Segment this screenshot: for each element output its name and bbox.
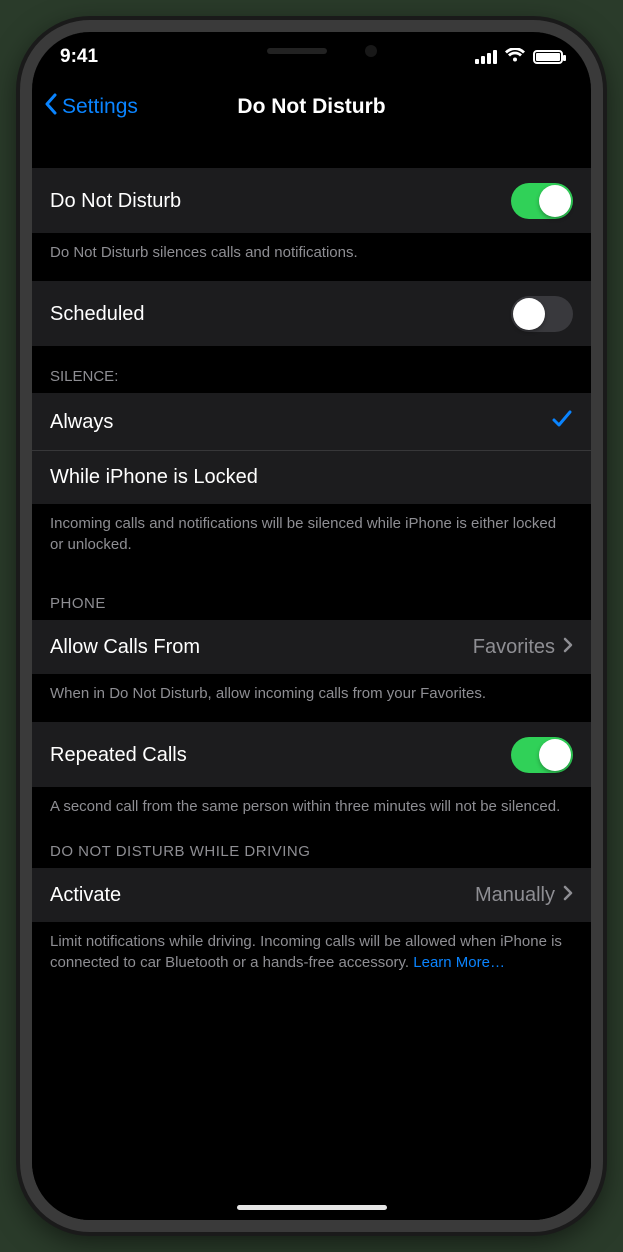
dnd-label: Do Not Disturb	[50, 190, 181, 213]
back-button[interactable]: Settings	[44, 93, 138, 121]
repeated-calls-toggle[interactable]	[511, 737, 573, 773]
silence-header: SILENCE:	[32, 346, 591, 393]
device-frame: 9:41 Settings Do Not Disturb	[20, 20, 603, 1232]
activate-label: Activate	[50, 884, 121, 907]
silence-always-label: Always	[50, 411, 113, 434]
silence-locked-row[interactable]: While iPhone is Locked	[32, 450, 591, 504]
chevron-right-icon	[563, 884, 573, 907]
driving-footer: Limit notifications while driving. Incom…	[32, 922, 591, 991]
home-indicator[interactable]	[237, 1205, 387, 1210]
scheduled-toggle[interactable]	[511, 296, 573, 332]
repeated-calls-footer: A second call from the same person withi…	[32, 787, 591, 835]
chevron-right-icon	[563, 636, 573, 659]
repeated-calls-row[interactable]: Repeated Calls	[32, 722, 591, 787]
activate-row[interactable]: Activate Manually	[32, 868, 591, 922]
activate-value: Manually	[475, 884, 555, 907]
front-camera	[365, 45, 377, 57]
screen: 9:41 Settings Do Not Disturb	[32, 32, 591, 1220]
status-time: 9:41	[60, 46, 98, 68]
chevron-left-icon	[44, 93, 58, 121]
allow-calls-label: Allow Calls From	[50, 636, 200, 659]
dnd-toggle[interactable]	[511, 183, 573, 219]
silence-locked-label: While iPhone is Locked	[50, 466, 258, 489]
cellular-icon	[475, 50, 497, 64]
checkmark-icon	[551, 408, 573, 436]
driving-header: DO NOT DISTURB WHILE DRIVING	[32, 835, 591, 868]
scheduled-toggle-row[interactable]: Scheduled	[32, 281, 591, 346]
nav-bar: Settings Do Not Disturb	[32, 82, 591, 132]
dnd-toggle-row[interactable]: Do Not Disturb	[32, 168, 591, 233]
phone-header: PHONE	[32, 573, 591, 620]
silence-always-row[interactable]: Always	[32, 393, 591, 450]
learn-more-link[interactable]: Learn More…	[413, 954, 505, 971]
allow-calls-value: Favorites	[473, 636, 555, 659]
battery-icon	[533, 50, 563, 64]
status-icons	[475, 46, 563, 68]
dnd-footer: Do Not Disturb silences calls and notifi…	[32, 233, 591, 281]
settings-list[interactable]: Do Not Disturb Do Not Disturb silences c…	[32, 132, 591, 1220]
notch	[182, 32, 442, 70]
repeated-calls-label: Repeated Calls	[50, 744, 187, 767]
speaker-grill	[267, 48, 327, 54]
wifi-icon	[505, 46, 525, 68]
allow-calls-footer: When in Do Not Disturb, allow incoming c…	[32, 674, 591, 722]
back-label: Settings	[62, 95, 138, 119]
scheduled-label: Scheduled	[50, 303, 145, 326]
silence-footer: Incoming calls and notifications will be…	[32, 504, 591, 573]
allow-calls-row[interactable]: Allow Calls From Favorites	[32, 620, 591, 674]
